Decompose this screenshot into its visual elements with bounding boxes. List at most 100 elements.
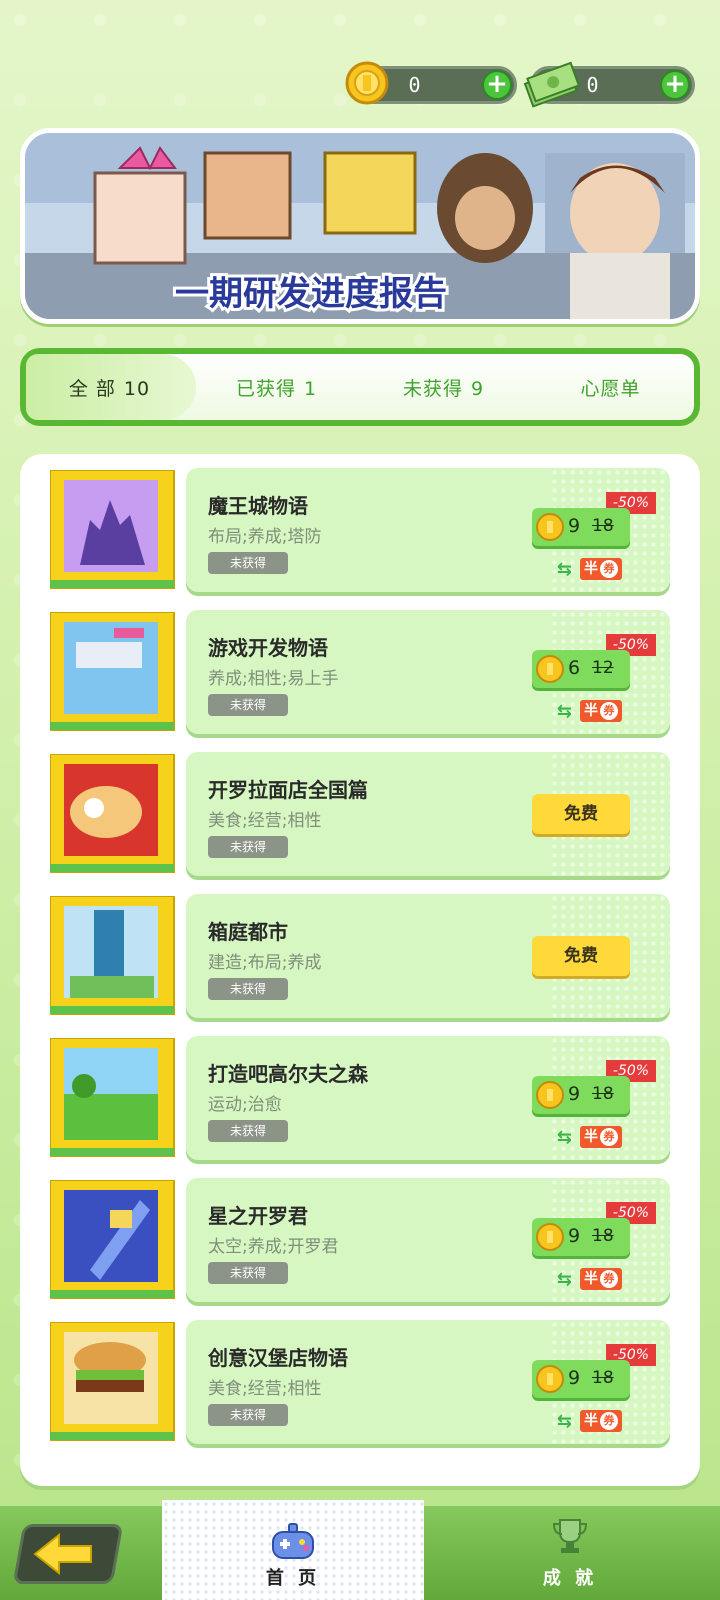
coupon-icon: 券	[600, 702, 618, 720]
half-price-coupon[interactable]: ⇆ 半券	[557, 558, 622, 580]
game-card[interactable]: 魔王城物语 布局;养成;塔防 未获得 -50% 9 18 ⇆ 半券	[186, 468, 670, 592]
back-arrow-icon	[33, 1532, 92, 1576]
banner-title: 一期研发进度报告	[175, 274, 447, 314]
tab-owned-label: 已获得	[235, 377, 296, 400]
buy-price-button[interactable]: 9 18	[532, 1076, 630, 1114]
list-item[interactable]: 魔王城物语 布局;养成;塔防 未获得 -50% 9 18 ⇆ 半券	[50, 468, 670, 596]
cash-amount: 0	[586, 73, 599, 97]
buy-price-button[interactable]: 6 12	[532, 650, 630, 688]
status-badge: 未获得	[208, 836, 288, 858]
tab-not-owned[interactable]: 未获得 9	[360, 374, 527, 401]
game-cartridge-icon	[50, 1038, 175, 1157]
status-badge: 未获得	[208, 978, 288, 1000]
original-price: 18	[592, 1084, 614, 1104]
game-title: 魔王城物语	[208, 494, 308, 518]
half-price-coupon[interactable]: ⇆ 半券	[557, 1126, 622, 1148]
original-price: 12	[592, 658, 614, 678]
game-tags: 布局;养成;塔防	[208, 527, 322, 547]
game-cartridge-icon	[50, 754, 175, 873]
list-item[interactable]: 星之开罗君 太空;养成;开罗君 未获得 -50% 9 18 ⇆ 半券	[50, 1178, 670, 1306]
original-price: 18	[592, 516, 614, 536]
status-badge: 未获得	[208, 1120, 288, 1142]
buy-price-button[interactable]: 9 18	[532, 1360, 630, 1398]
game-card[interactable]: 打造吧高尔夫之森 运动;治愈 未获得 -50% 9 18 ⇆ 半券	[186, 1036, 670, 1160]
back-button[interactable]	[12, 1524, 124, 1584]
half-label: 半	[584, 1413, 598, 1429]
sale-price: 6	[568, 657, 581, 679]
tab-owned-count: 1	[303, 377, 318, 400]
game-title: 开罗拉面店全国篇	[208, 778, 368, 802]
game-card[interactable]: 箱庭都市 建造;布局;养成 未获得 免费	[186, 894, 670, 1018]
list-item[interactable]: 开罗拉面店全国篇 美食;经营;相性 未获得 免费	[50, 752, 670, 880]
list-item[interactable]: 打造吧高尔夫之森 运动;治愈 未获得 -50% 9 18 ⇆ 半券	[50, 1036, 670, 1164]
game-cartridge-icon	[50, 470, 175, 589]
game-card[interactable]: 开罗拉面店全国篇 美食;经营;相性 未获得 免费	[186, 752, 670, 876]
cash-balance: 0 +	[523, 61, 695, 108]
half-price-coupon[interactable]: ⇆ 半券	[557, 700, 622, 722]
coupon-icon: 券	[600, 1412, 618, 1430]
gold-coin-icon	[536, 513, 564, 541]
filter-tabs: 全 部 10 已获得 1 未获得 9 心愿单	[20, 348, 700, 426]
game-cartridge-icon	[50, 1322, 175, 1441]
gold-coin-icon	[536, 1365, 564, 1393]
original-price: 18	[592, 1226, 614, 1246]
tab-wishlist-label: 心愿单	[580, 377, 641, 400]
buy-price-button[interactable]: 9 18	[532, 1218, 630, 1256]
buy-price-button[interactable]: 9 18	[532, 508, 630, 546]
game-card[interactable]: 创意汉堡店物语 美食;经营;相性 未获得 -50% 9 18 ⇆ 半券	[186, 1320, 670, 1444]
status-badge: 未获得	[208, 1262, 288, 1284]
game-cartridge-icon	[50, 896, 175, 1015]
list-item[interactable]: 游戏开发物语 养成;相性;易上手 未获得 -50% 6 12 ⇆ 半券	[50, 610, 670, 738]
banner-illustration: 一期研发进度报告	[25, 133, 695, 319]
half-price-coupon[interactable]: ⇆ 半券	[557, 1268, 622, 1290]
game-tags: 美食;经营;相性	[208, 811, 322, 831]
coupon-icon: 券	[600, 1270, 618, 1288]
sale-price: 9	[568, 515, 581, 537]
sale-price: 9	[568, 1367, 581, 1389]
exchange-arrows-icon: ⇆	[556, 700, 572, 722]
nav-achievements-label: 成 就	[542, 1568, 598, 1589]
tab-all[interactable]: 全 部 10	[26, 374, 193, 401]
game-tags: 太空;养成;开罗君	[208, 1237, 339, 1257]
coupon-icon: 券	[600, 560, 618, 578]
game-card[interactable]: 游戏开发物语 养成;相性;易上手 未获得 -50% 6 12 ⇆ 半券	[186, 610, 670, 734]
half-price-coupon[interactable]: ⇆ 半券	[557, 1410, 622, 1432]
game-title: 创意汉堡店物语	[208, 1346, 348, 1370]
add-cash-button[interactable]: +	[660, 70, 690, 100]
exchange-arrows-icon: ⇆	[556, 558, 572, 580]
free-button[interactable]: 免费	[532, 936, 630, 976]
half-label: 半	[584, 561, 598, 577]
gold-coin-icon	[536, 655, 564, 683]
gamepad-icon	[272, 1523, 314, 1559]
game-card[interactable]: 星之开罗君 太空;养成;开罗君 未获得 -50% 9 18 ⇆ 半券	[186, 1178, 670, 1302]
add-coins-button[interactable]: +	[482, 70, 512, 100]
coin-amount: 0	[408, 73, 421, 97]
status-badge: 未获得	[208, 1404, 288, 1426]
free-button[interactable]: 免费	[532, 794, 630, 834]
event-banner[interactable]: 一期研发进度报告	[20, 128, 700, 324]
game-cartridge-icon	[50, 612, 175, 731]
tab-wishlist[interactable]: 心愿单	[527, 374, 694, 401]
tab-all-label: 全 部	[68, 377, 116, 400]
game-list[interactable]: 魔王城物语 布局;养成;塔防 未获得 -50% 9 18 ⇆ 半券 游戏开发物语…	[20, 454, 700, 1486]
exchange-arrows-icon: ⇆	[556, 1268, 572, 1290]
game-title: 箱庭都市	[208, 920, 288, 944]
game-tags: 养成;相性;易上手	[208, 669, 339, 689]
status-badge: 未获得	[208, 694, 288, 716]
trophy-icon	[552, 1519, 588, 1553]
game-tags: 美食;经营;相性	[208, 1379, 322, 1399]
nav-achievements[interactable]: 成 就	[440, 1506, 700, 1600]
half-label: 半	[584, 1271, 598, 1287]
list-item[interactable]: 箱庭都市 建造;布局;养成 未获得 免费	[50, 894, 670, 1022]
game-tags: 建造;布局;养成	[208, 953, 322, 973]
nav-home-label: 首 页	[265, 1568, 321, 1589]
exchange-arrows-icon: ⇆	[556, 1410, 572, 1432]
coin-balance: 0 +	[345, 61, 517, 105]
tab-owned[interactable]: 已获得 1	[193, 374, 360, 401]
game-title: 游戏开发物语	[208, 636, 328, 660]
sale-price: 9	[568, 1083, 581, 1105]
list-item[interactable]: 创意汉堡店物语 美食;经营;相性 未获得 -50% 9 18 ⇆ 半券	[50, 1320, 670, 1448]
tab-all-count: 10	[123, 377, 151, 400]
nav-home[interactable]: 首 页	[162, 1500, 424, 1600]
gold-coin-icon	[536, 1223, 564, 1251]
